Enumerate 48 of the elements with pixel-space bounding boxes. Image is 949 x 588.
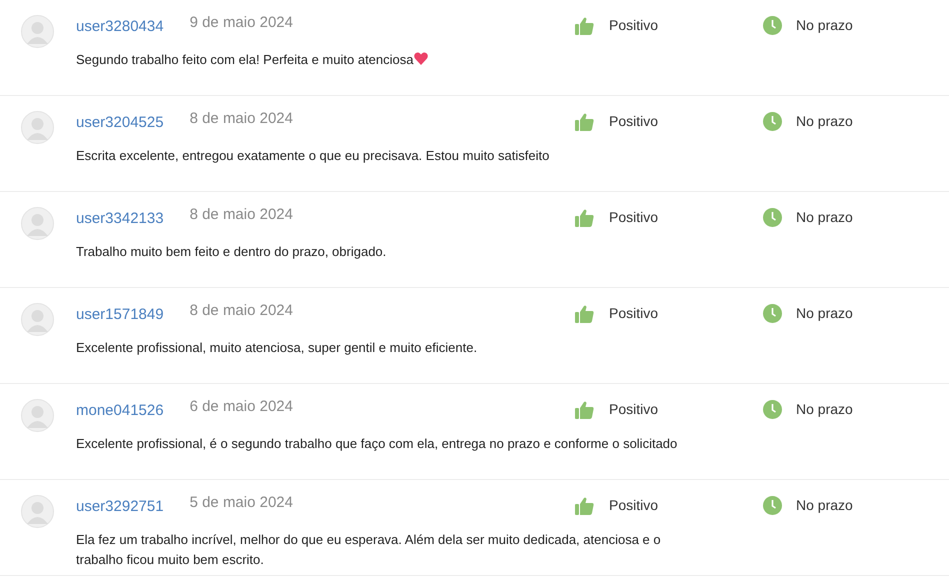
clock-icon [763,304,782,323]
clock-icon [763,112,782,131]
timing-label: No prazo [796,304,853,323]
review-comment: Excelente profissional, muito atenciosa, super gentil e muito eficiente. [76,338,478,357]
username-link[interactable]: user1571849 [76,304,164,326]
review-comment: Ela fez um trabalho incrível, melhor do que eu esperava. Além dela ser muito dedicada, atenciosa e o trabalho ficou muito bem escrito. [76,530,662,568]
thumbs-up-icon [575,496,594,514]
review-date: 5 de maio 2024 [190,493,293,513]
rating-label: Positivo [609,304,658,323]
thumbs-up-icon [575,208,594,226]
username-link[interactable]: user3342133 [76,208,164,230]
clock-icon [763,400,782,419]
avatar-icon [21,399,54,432]
review-date: 8 de maio 2024 [190,205,293,225]
avatar-icon [21,207,54,240]
review-date: 8 de maio 2024 [190,301,293,321]
clock-icon [763,496,782,515]
thumbs-up-icon [575,112,594,130]
rating-label: Positivo [609,496,658,515]
thumbs-up-icon [575,304,594,322]
username-link[interactable]: user3292751 [76,496,164,518]
review-date: 9 de maio 2024 [190,13,293,33]
timing-label: No prazo [796,496,853,515]
avatar-icon [21,303,54,336]
rating-label: Positivo [609,400,658,419]
avatar-icon [21,111,54,144]
rating-label: Positivo [609,112,658,131]
review-date: 8 de maio 2024 [190,109,293,129]
thumbs-up-icon [575,16,594,34]
rating-label: Positivo [609,208,658,227]
avatar-icon [21,15,54,48]
username-link[interactable]: mone041526 [76,400,164,422]
timing-label: No prazo [796,400,853,419]
rating-label: Positivo [609,16,658,35]
clock-icon [763,208,782,227]
clock-icon [763,16,782,35]
thumbs-up-icon [575,400,594,418]
timing-label: No prazo [796,208,853,227]
review-comment: Segundo trabalho feito com ela! Perfeita e muito atenciosa [76,50,949,70]
timing-label: No prazo [796,112,853,131]
avatar-icon [21,495,54,528]
review-comment: Trabalho muito bem feito e dentro do prazo, obrigado. [76,242,388,261]
username-link[interactable]: user3280434 [76,16,164,38]
review-comment: Escrita excelente, entregou exatamente o que eu precisava. Estou muito satisfeito [76,146,550,165]
review-comment: Excelente profissional, é o segundo trabalho que faço com ela, entrega no prazo e conforme o solicitado [76,434,678,453]
timing-label: No prazo [796,16,853,35]
review-date: 6 de maio 2024 [190,397,293,417]
username-link[interactable]: user3204525 [76,112,164,134]
